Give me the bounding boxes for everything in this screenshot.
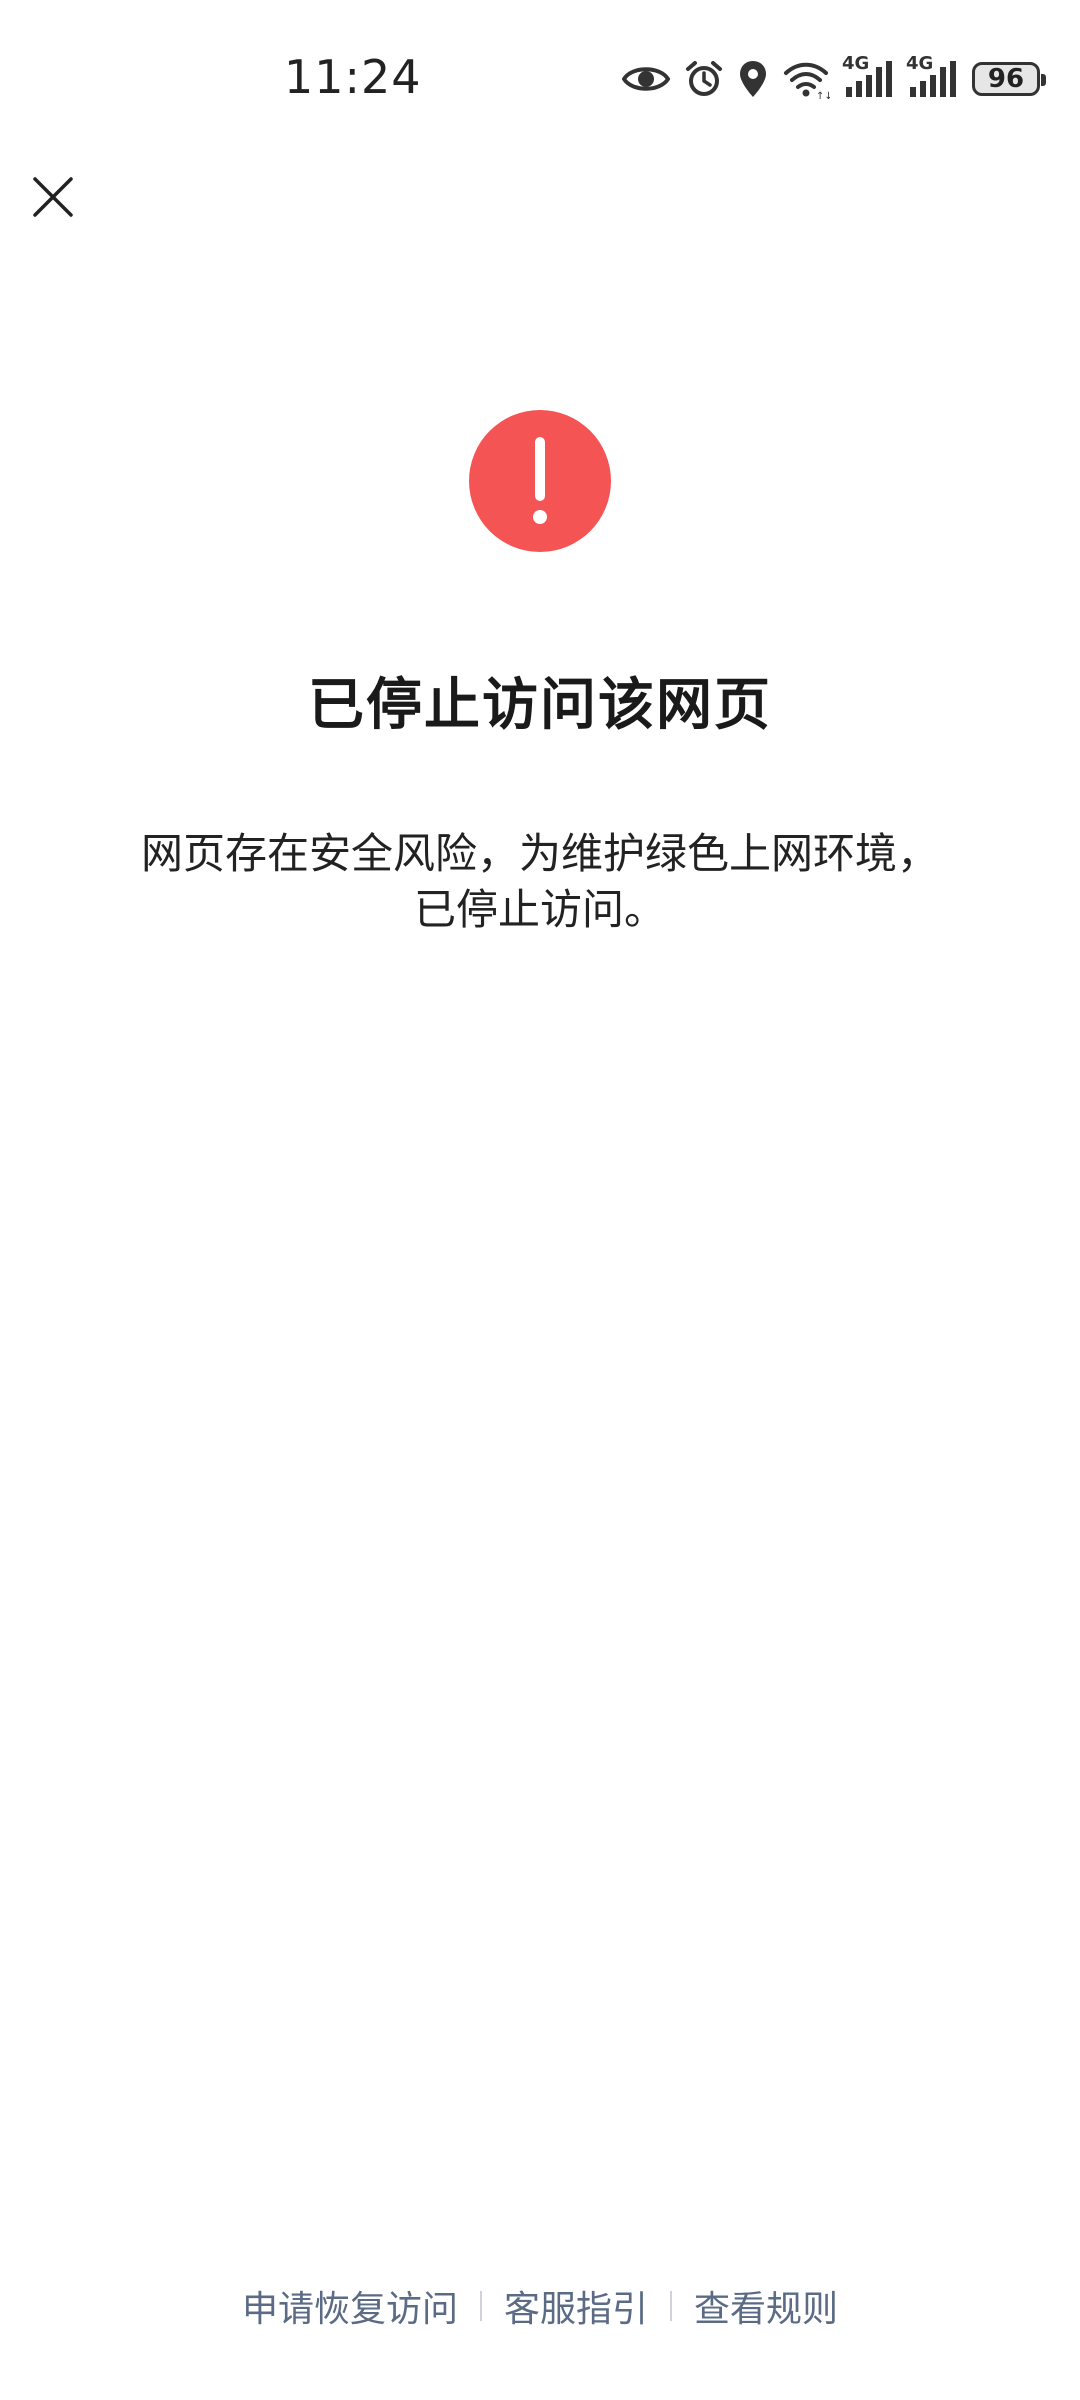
svg-text:↑↓: ↑↓	[816, 91, 830, 99]
close-icon	[33, 177, 73, 217]
signal-icon: 4G	[906, 53, 958, 99]
battery-level: 96	[987, 64, 1025, 94]
description-line: 已停止访问。	[413, 885, 666, 934]
status-time: 11:24	[284, 50, 422, 104]
battery-icon: 96	[972, 62, 1046, 96]
status-bar: 11:24 ↑↓ 4G 4G 96	[0, 0, 1080, 160]
location-icon	[738, 59, 768, 99]
page-title: 已停止访问该网页	[308, 673, 772, 738]
customer-service-guide-link[interactable]: 客服指引	[482, 2280, 670, 2332]
alarm-icon	[684, 59, 724, 99]
footer-links: 申请恢复访问 客服指引 查看规则	[0, 2280, 1080, 2332]
eye-icon	[622, 63, 670, 95]
signal-icon: 4G	[842, 53, 894, 99]
description-line: 网页存在安全风险，为维护绿色上网环境，	[140, 829, 939, 878]
wifi-icon: ↑↓	[782, 59, 830, 99]
exclamation-icon	[469, 410, 611, 552]
view-rules-link[interactable]: 查看规则	[672, 2280, 860, 2332]
apply-restore-access-link[interactable]: 申请恢复访问	[220, 2280, 480, 2332]
close-button[interactable]	[22, 166, 84, 228]
status-icons: ↑↓ 4G 4G 96	[622, 52, 1046, 106]
description: 网页存在安全风险，为维护绿色上网环境， 已停止访问。	[90, 826, 990, 938]
